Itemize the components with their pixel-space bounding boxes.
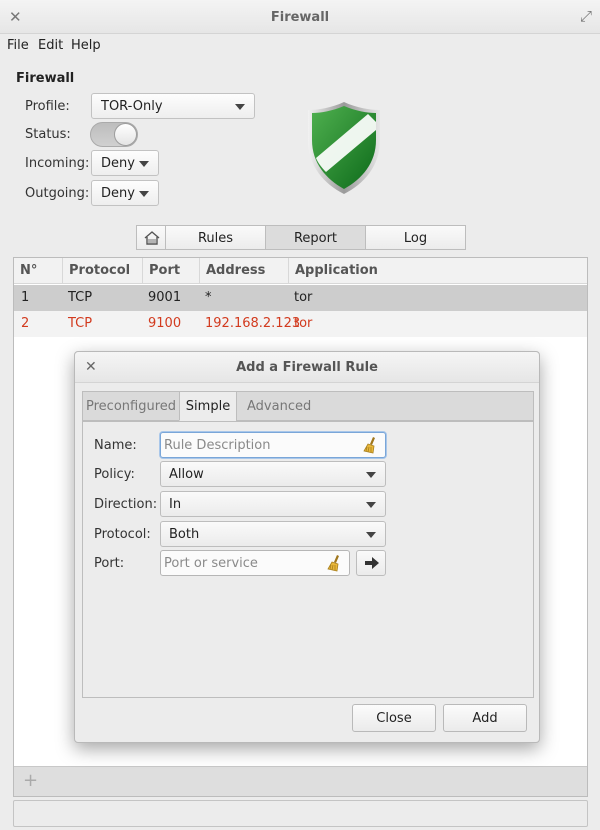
- dropdown-arrow-icon: [235, 104, 245, 110]
- tab-home[interactable]: [136, 225, 166, 250]
- name-label: Name:: [94, 438, 137, 453]
- port-input[interactable]: [164, 554, 319, 572]
- tab-rules[interactable]: Rules: [165, 225, 266, 250]
- policy-value: Allow: [169, 467, 204, 482]
- dropdown-arrow-icon: [366, 502, 376, 508]
- tab-report[interactable]: Report: [265, 225, 366, 250]
- policy-select[interactable]: Allow: [160, 461, 386, 487]
- switch-knob: [114, 123, 137, 146]
- menu-file[interactable]: File: [7, 38, 29, 53]
- tab-advanced[interactable]: Advanced: [236, 391, 534, 421]
- table-header: N° Protocol Port Address Application: [14, 258, 587, 284]
- add-rule-icon[interactable]: +: [23, 770, 38, 791]
- cell-port: 9100: [148, 316, 182, 331]
- outgoing-value: Deny: [101, 186, 135, 201]
- arrow-right-icon: [365, 557, 379, 569]
- menu-edit[interactable]: Edit: [38, 38, 63, 53]
- home-icon: [144, 231, 160, 245]
- cell-address: 192.168.2.123: [205, 316, 301, 331]
- cell-address: *: [205, 290, 212, 305]
- shield-icon: [308, 102, 380, 194]
- protocol-value: Both: [169, 527, 200, 542]
- status-switch[interactable]: [90, 122, 138, 147]
- outgoing-label: Outgoing:: [25, 186, 90, 201]
- column-address[interactable]: Address: [199, 258, 288, 284]
- rule-name-input[interactable]: [164, 436, 354, 454]
- port-field[interactable]: [160, 550, 350, 576]
- dropdown-arrow-icon: [139, 191, 149, 197]
- rule-name-field[interactable]: [160, 432, 386, 458]
- cell-port: 9001: [148, 290, 182, 305]
- profile-select[interactable]: TOR-Only: [91, 93, 255, 119]
- protocol-label: Protocol:: [94, 527, 151, 542]
- simple-tab-page: Name: Policy: Allow Direction: In Protoc…: [82, 421, 534, 698]
- profile-value: TOR-Only: [101, 99, 163, 114]
- tab-log[interactable]: Log: [365, 225, 466, 250]
- dialog-title: Add a Firewall Rule: [236, 360, 378, 375]
- incoming-value: Deny: [101, 156, 135, 171]
- menu-bar: File Edit Help: [0, 34, 600, 58]
- cell-application: tor: [294, 316, 313, 331]
- dialog-title-bar: ✕ Add a Firewall Rule: [75, 352, 539, 383]
- policy-label: Policy:: [94, 467, 135, 482]
- cell-application: tor: [294, 290, 313, 305]
- dropdown-arrow-icon: [139, 161, 149, 167]
- close-button[interactable]: Close: [352, 704, 436, 732]
- title-bar: ✕ Firewall ⤢: [0, 0, 600, 34]
- port-apply-button[interactable]: [356, 550, 386, 576]
- column-number[interactable]: N°: [14, 258, 62, 284]
- tab-preconfigured[interactable]: Preconfigured: [82, 391, 180, 421]
- column-port[interactable]: Port: [142, 258, 199, 284]
- menu-help[interactable]: Help: [71, 38, 101, 53]
- table-row[interactable]: 2 TCP 9100 192.168.2.123 tor: [14, 311, 587, 337]
- status-label: Status:: [25, 127, 71, 142]
- direction-value: In: [169, 497, 182, 512]
- maximize-icon[interactable]: ⤢: [580, 7, 592, 25]
- panel-toolbar: +: [14, 766, 587, 796]
- firewall-section-title: Firewall: [16, 71, 75, 86]
- window-title: Firewall: [270, 10, 330, 25]
- cell-number: 1: [21, 290, 30, 305]
- outgoing-select[interactable]: Deny: [91, 180, 159, 206]
- add-rule-dialog: ✕ Add a Firewall Rule Preconfigured Simp…: [74, 351, 540, 743]
- dropdown-arrow-icon: [366, 532, 376, 538]
- incoming-select[interactable]: Deny: [91, 150, 159, 176]
- direction-label: Direction:: [94, 497, 158, 512]
- cell-protocol: TCP: [68, 290, 93, 305]
- status-bar: [13, 800, 588, 827]
- protocol-select[interactable]: Both: [160, 521, 386, 547]
- column-application[interactable]: Application: [288, 258, 587, 284]
- direction-select[interactable]: In: [160, 491, 386, 517]
- cell-number: 2: [21, 316, 30, 331]
- clear-icon[interactable]: [363, 436, 379, 454]
- add-button[interactable]: Add: [443, 704, 527, 732]
- cell-protocol: TCP: [68, 316, 93, 331]
- tab-simple[interactable]: Simple: [179, 391, 237, 421]
- port-label: Port:: [94, 556, 125, 571]
- dropdown-arrow-icon: [366, 472, 376, 478]
- incoming-label: Incoming:: [25, 156, 90, 171]
- clear-icon[interactable]: [327, 554, 343, 572]
- table-row[interactable]: 1 TCP 9001 * tor: [14, 285, 587, 311]
- profile-label: Profile:: [25, 99, 70, 114]
- column-protocol[interactable]: Protocol: [62, 258, 142, 284]
